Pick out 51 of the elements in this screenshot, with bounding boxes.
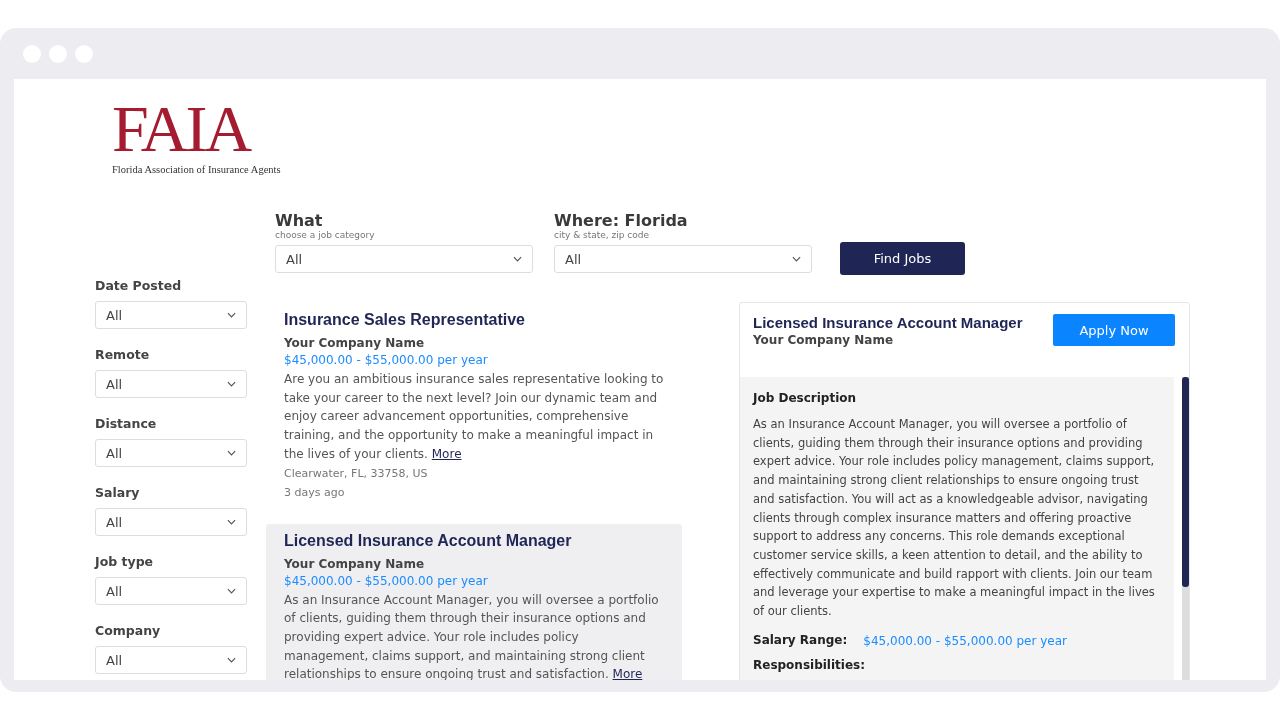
dropdown[interactable]: All bbox=[95, 439, 247, 467]
chevron-icon bbox=[227, 588, 236, 594]
dropdown[interactable]: All bbox=[95, 577, 247, 605]
section-heading: Job Description bbox=[753, 391, 858, 405]
dropdown[interactable]: All bbox=[554, 245, 812, 273]
more-link[interactable]: More bbox=[431, 446, 462, 461]
filter-label: Salary bbox=[95, 485, 140, 500]
filter-label: Job type bbox=[95, 554, 154, 569]
company-name: Your Company Name bbox=[753, 332, 895, 349]
company-name: Your Company Name bbox=[284, 335, 426, 352]
salary-text: $45,000.00 - $55,000.00 per year bbox=[284, 352, 489, 369]
field-label: What bbox=[275, 212, 324, 230]
salary-label: Salary Range: bbox=[753, 632, 848, 649]
scrollbar[interactable] bbox=[1182, 377, 1189, 680]
field-hint: city & state, zip code bbox=[554, 230, 651, 241]
job-summary: Are you an ambitious insurance sales representative looking to take your career to the next level? Join our dynamic team and enjoy career advancement opportunities, comprehensive training, and the opportunity to make a meaningful impact in the lives of your clients. More bbox=[284, 371, 664, 463]
filter-label: Remote bbox=[95, 347, 150, 362]
field-label: Where: Florida bbox=[554, 212, 689, 230]
salary-text: $45,000.00 - $55,000.00 per year bbox=[284, 572, 489, 590]
chevron-icon bbox=[227, 657, 236, 663]
job-title[interactable]: Insurance Sales Representative bbox=[284, 311, 664, 329]
chevron-icon bbox=[227, 519, 236, 525]
field-hint: choose a job category bbox=[275, 230, 376, 241]
job-summary: As an Insurance Account Manager, you will oversee a portfolio of clients, guiding them through their insurance options and providing expert advice. Your role includes policy management, claims support, and maintaining strong client relationships to ensure ongoing trust and satisfaction. More bbox=[284, 591, 660, 680]
chevron-icon bbox=[227, 450, 236, 456]
dropdown[interactable]: All bbox=[95, 646, 247, 674]
apply-now-button[interactable]: Apply Now bbox=[1053, 314, 1175, 346]
section-heading: Responsibilities: bbox=[753, 657, 866, 672]
filter-label: Date Posted bbox=[95, 278, 182, 293]
chevron-icon bbox=[792, 256, 801, 262]
scrollbar-thumb[interactable] bbox=[1182, 377, 1189, 587]
logo-tagline: Florida Association of Insurance Agents bbox=[112, 164, 281, 175]
more-link[interactable]: More bbox=[612, 667, 643, 680]
job-description: As an Insurance Account Manager, you will oversee a portfolio of clients, guiding them through their insurance options and providing expert advice. Your role includes policy management, claims support, and maintaining strong client relationships to ensure ongoing trust and satisfaction. You will act as a knowledgeable advisor, navigating clients through complex insurance matters and offering proactive support to address any concerns. This role demands exceptional customer service skills, a keen attention to detail, and the ability to effectively communicate and build rapport with clients. Join our team and leverage your expertise to make a meaningful impact in the lives of our clients. bbox=[753, 416, 1156, 621]
dropdown[interactable]: All bbox=[95, 508, 247, 536]
chevron-icon bbox=[513, 256, 522, 262]
job-title: Licensed Insurance Account Manager bbox=[753, 314, 1023, 332]
filter-label: Company bbox=[95, 623, 161, 638]
job-title[interactable]: Licensed Insurance Account Manager bbox=[284, 531, 664, 550]
company-name: Your Company Name bbox=[284, 555, 426, 573]
find-jobs-button[interactable]: Find Jobs bbox=[840, 242, 965, 275]
logo-mark: FAIA bbox=[112, 100, 250, 158]
chevron-icon bbox=[227, 381, 236, 387]
dropdown[interactable]: All bbox=[95, 370, 247, 398]
dropdown[interactable]: All bbox=[275, 245, 533, 273]
filter-label: Distance bbox=[95, 416, 157, 431]
salary-text: $45,000.00 - $55,000.00 per year bbox=[863, 632, 1067, 650]
posted-date: 3 days ago bbox=[284, 484, 346, 501]
job-location: Clearwater, FL, 33758, US bbox=[284, 465, 429, 482]
chevron-icon bbox=[227, 312, 236, 318]
dropdown[interactable]: All bbox=[95, 301, 247, 329]
